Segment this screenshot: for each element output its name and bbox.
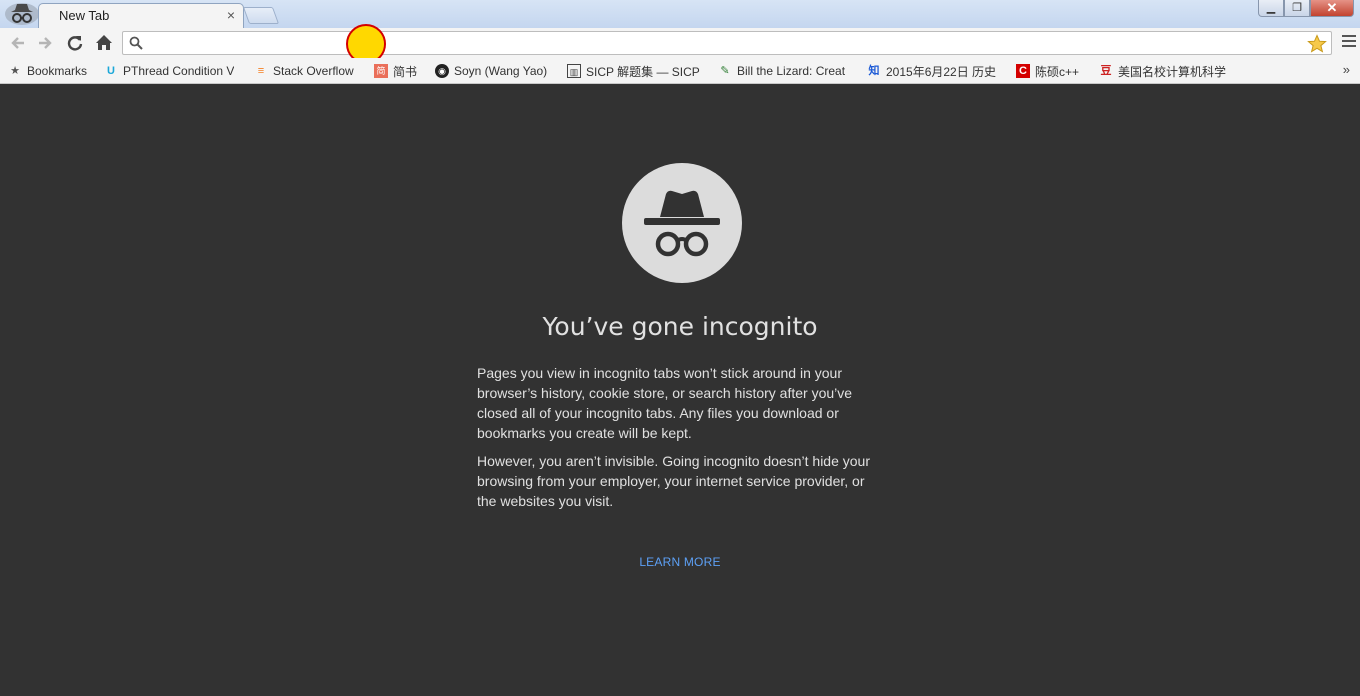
zhihu-icon: 知 — [868, 65, 880, 77]
incognito-avatar-icon — [2, 0, 42, 26]
close-window-button[interactable]: ✕ — [1310, 0, 1354, 17]
tab-new-tab[interactable]: New Tab × — [38, 3, 244, 28]
hamburger-menu-icon[interactable] — [1342, 35, 1356, 50]
bookmark-label: 陈硕c++ — [1035, 64, 1080, 79]
bookmark-cs-courses[interactable]: 豆 美国名校计算机科学 — [1099, 63, 1239, 79]
bookmarks-overflow-icon[interactable]: » — [1343, 62, 1350, 77]
learn-more-link[interactable]: LEARN MORE — [0, 555, 1360, 569]
arrow-left-icon — [11, 37, 24, 49]
back-button[interactable] — [7, 32, 29, 54]
arrow-right-icon — [39, 37, 52, 49]
reload-button[interactable] — [64, 32, 86, 54]
home-button[interactable] — [93, 32, 115, 54]
lizard-icon: ✎ — [720, 65, 730, 77]
bookmark-label: SICP 解题集 — SICP — [586, 64, 700, 79]
omnibox[interactable] — [122, 31, 1332, 55]
bookmark-label: Soyn (Wang Yao) — [454, 64, 548, 78]
bookmarks-bar: ★ Bookmarks U PThread Condition V ≡ Stac… — [0, 58, 1360, 84]
stackoverflow-icon: ≡ — [257, 65, 265, 77]
bookmark-label: 2015年6月22日 历史 — [886, 64, 997, 79]
bookmark-apps[interactable]: ★ Bookmarks — [8, 63, 98, 79]
incognito-description-2: However, you aren’t invisible. Going inc… — [477, 453, 871, 509]
home-icon — [96, 35, 112, 50]
window-controls: ▁ ❐ ✕ — [1258, 0, 1354, 18]
tab-close-icon[interactable]: × — [227, 7, 235, 23]
bookmark-stackoverflow[interactable]: ≡ Stack Overflow — [254, 63, 366, 79]
minimize-icon: ▁ — [1266, 2, 1276, 14]
omnibox-input[interactable] — [151, 34, 1305, 54]
bookmark-bill-the-lizard[interactable]: ✎ Bill the Lizard: Creat — [718, 63, 854, 79]
bookmark-label: 简书 — [393, 64, 418, 79]
bookmark-label: PThread Condition V — [123, 64, 235, 78]
incognito-page: You’ve gone incognito Pages you view in … — [0, 85, 1360, 696]
star-icon[interactable] — [1307, 34, 1327, 54]
github-icon: ◉ — [435, 64, 449, 78]
douban-icon: 豆 — [1100, 65, 1112, 77]
reload-icon — [67, 36, 83, 51]
page-title: You’ve gone incognito — [542, 312, 818, 341]
forward-button[interactable] — [34, 32, 56, 54]
bookmark-label: Stack Overflow — [273, 64, 354, 78]
bookmark-label: 美国名校计算机科学 — [1118, 64, 1227, 79]
star-icon: ★ — [10, 65, 20, 77]
tab-strip: New Tab × ▁ ❐ ✕ — [0, 0, 1360, 28]
maximize-button[interactable]: ❐ — [1284, 0, 1310, 17]
bookmark-pthread[interactable]: U PThread Condition V — [104, 63, 242, 79]
book-icon: ▥ — [567, 64, 581, 78]
search-icon — [129, 36, 143, 50]
jianshu-icon: 简 — [374, 64, 388, 78]
bookmark-label: Bill the Lizard: Creat — [737, 64, 846, 78]
bookmark-github[interactable]: ◉ Soyn (Wang Yao) — [435, 63, 559, 79]
bookmark-chenshuo[interactable]: C 陈硕c++ — [1016, 63, 1090, 79]
incognito-spy-icon — [622, 163, 742, 283]
maximize-icon: ❐ — [1292, 2, 1302, 14]
minimize-button[interactable]: ▁ — [1258, 0, 1284, 17]
bookmark-sicp[interactable]: ▥ SICP 解题集 — SICP — [567, 63, 701, 79]
tab-title: New Tab — [59, 8, 110, 23]
bookmark-jianshu[interactable]: 简 简书 — [374, 63, 426, 79]
bookmark-zhihu[interactable]: 知 2015年6月22日 历史 — [867, 63, 1003, 79]
incognito-description-1: Pages you view in incognito tabs won’t s… — [477, 365, 853, 441]
csdn-icon: C — [1016, 64, 1030, 78]
browser-toolbar — [0, 28, 1360, 58]
bookmark-label: Bookmarks — [27, 64, 88, 78]
u-logo-icon: U — [107, 65, 115, 77]
new-tab-button[interactable] — [242, 7, 280, 24]
close-icon: ✕ — [1326, 0, 1338, 15]
